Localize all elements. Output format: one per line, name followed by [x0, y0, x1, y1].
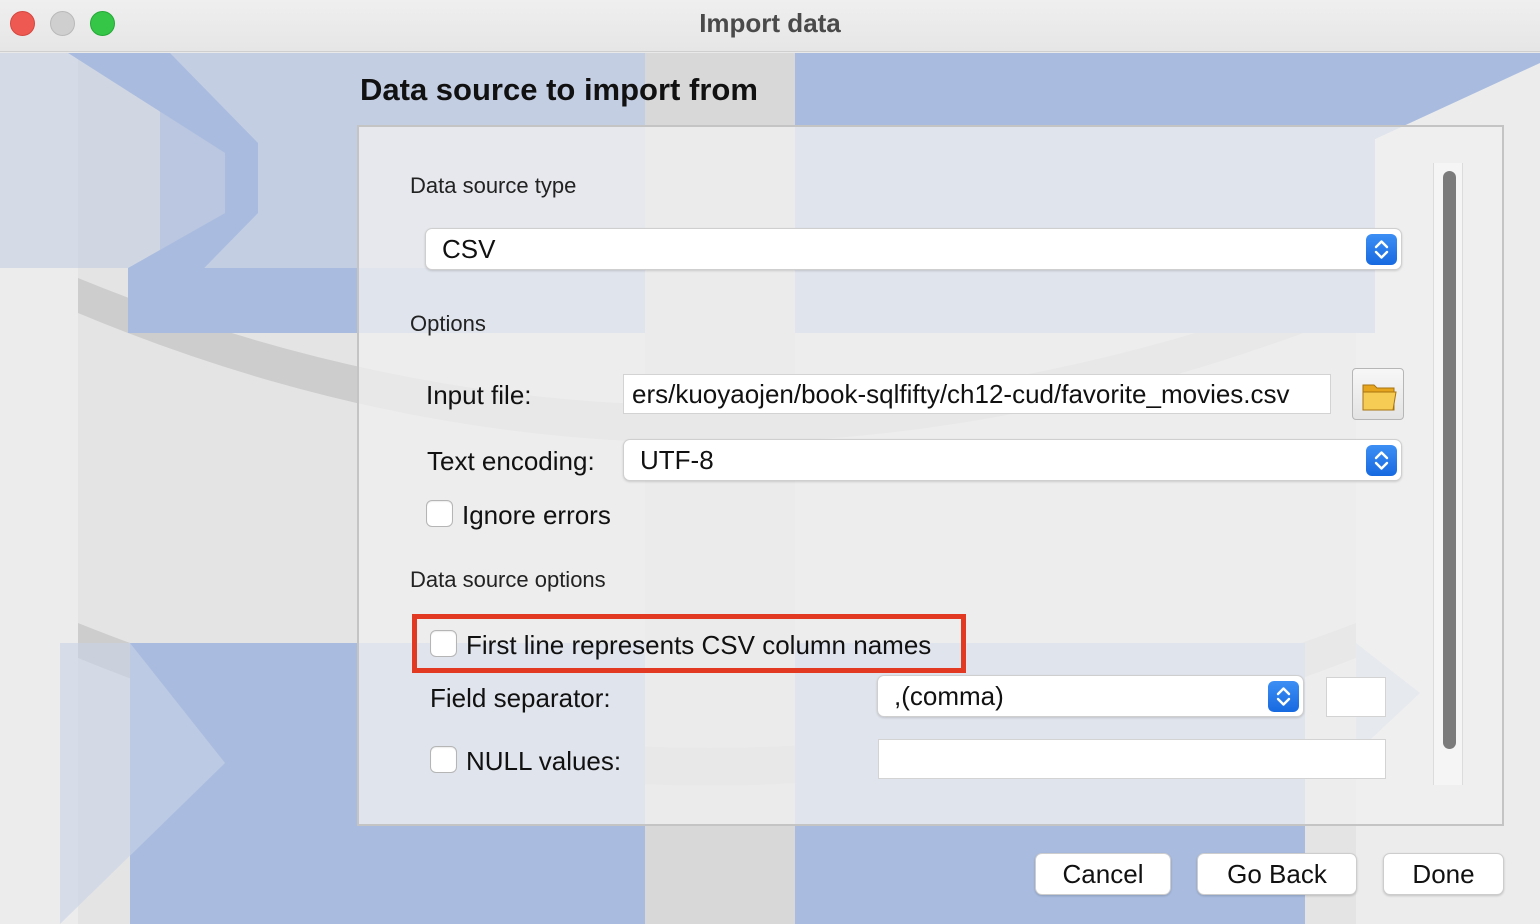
field-separator-select[interactable]: ,(comma) [877, 675, 1304, 717]
ignore-errors-checkbox[interactable] [426, 500, 453, 527]
scrollbar-thumb[interactable] [1443, 171, 1456, 749]
null-values-field[interactable] [878, 739, 1386, 779]
data-source-type-select[interactable]: CSV [425, 228, 1402, 270]
page-heading: Data source to import from [360, 72, 758, 107]
input-file-label: Input file: [426, 380, 532, 410]
vertical-scrollbar[interactable] [1433, 163, 1463, 785]
cancel-button[interactable]: Cancel [1035, 853, 1171, 895]
data-source-type-value: CSV [442, 234, 496, 264]
done-button[interactable]: Done [1383, 853, 1504, 895]
window-title: Import data [699, 8, 841, 38]
input-file-field[interactable]: ers/kuoyaojen/book-sqlfifty/ch12-cud/fav… [623, 374, 1331, 414]
ignore-errors-label: Ignore errors [462, 500, 611, 530]
field-separator-label: Field separator: [430, 683, 611, 713]
text-encoding-value: UTF-8 [640, 445, 714, 475]
options-section-label: Options [410, 311, 486, 336]
go-back-button[interactable]: Go Back [1197, 853, 1357, 895]
first-line-header-label: First line represents CSV column names [466, 630, 932, 660]
null-values-checkbox[interactable] [430, 746, 457, 773]
data-source-type-label: Data source type [410, 173, 577, 198]
up-down-chevron-icon [1268, 681, 1299, 712]
null-values-label: NULL values: [466, 746, 622, 776]
data-source-options-label: Data source options [410, 567, 606, 592]
text-encoding-select[interactable]: UTF-8 [623, 439, 1402, 481]
up-down-chevron-icon [1366, 445, 1397, 476]
title-bar: Import data [0, 0, 1540, 52]
folder-icon [1362, 384, 1397, 411]
field-separator-value: ,(comma) [894, 681, 1004, 711]
first-line-header-checkbox[interactable] [430, 630, 457, 657]
up-down-chevron-icon [1366, 234, 1397, 265]
text-encoding-label: Text encoding: [427, 446, 595, 476]
browse-file-button[interactable] [1352, 368, 1404, 420]
custom-separator-field[interactable] [1326, 677, 1386, 717]
